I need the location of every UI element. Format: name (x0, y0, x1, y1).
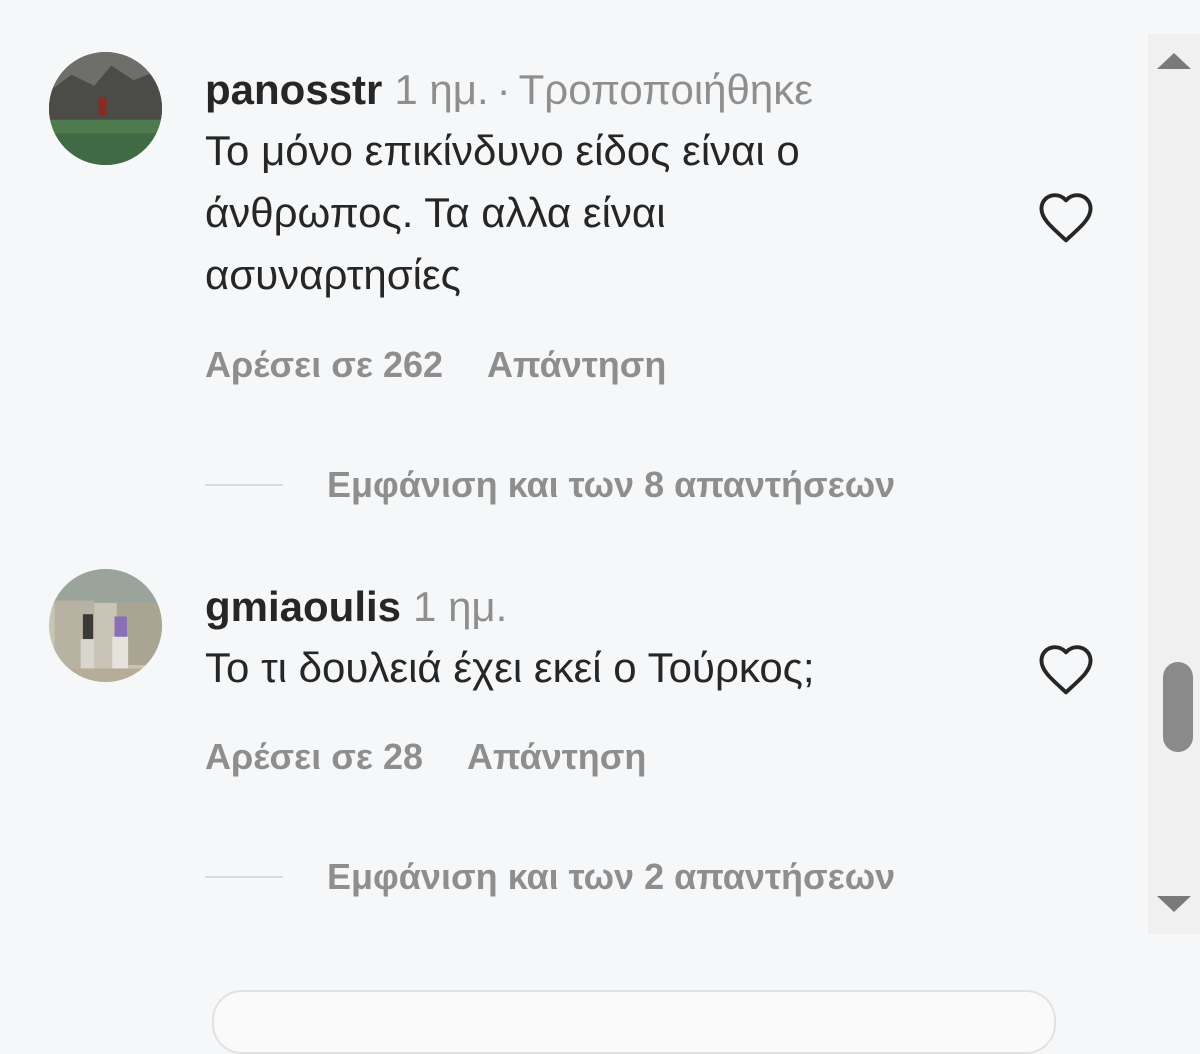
avatar[interactable] (49, 569, 162, 682)
heart-outline-icon[interactable] (1036, 642, 1096, 696)
triangle-up-icon[interactable] (1157, 53, 1191, 69)
reply-button[interactable]: Απάντηση (487, 344, 666, 385)
view-replies-label: Εμφάνιση και των 2 απαντήσεων (327, 856, 896, 897)
likes-count-link[interactable]: Αρέσει σε 262 (205, 344, 443, 385)
triangle-down-icon[interactable] (1157, 896, 1191, 912)
view-replies-label: Εμφάνιση και των 8 απαντήσεων (327, 464, 896, 505)
view-replies-button[interactable]: Εμφάνιση και των 2 απαντήσεων (205, 856, 895, 898)
edited-label: Τροποποιήθηκε (518, 66, 813, 113)
heart-outline-icon[interactable] (1036, 190, 1096, 244)
view-replies-button[interactable]: Εμφάνιση και των 8 απαντήσεων (205, 464, 895, 506)
avatar-photo (49, 569, 162, 682)
comment-actions: Αρέσει σε 28 Απάντηση (205, 736, 646, 778)
comment-text-line: ασυναρτησίες (205, 251, 461, 298)
comment-text-line: Το τι δουλειά έχει εκεί ο Τούρκος; (205, 644, 815, 691)
divider-line (205, 484, 283, 486)
scrollbar-thumb[interactable] (1163, 662, 1193, 752)
comment-actions: Αρέσει σε 262 Απάντηση (205, 344, 666, 386)
scrollbar-track[interactable] (1148, 34, 1200, 934)
comment-username[interactable]: panosstr (205, 66, 382, 113)
comment-text-line: Το μόνο επικίνδυνο είδος είναι ο (205, 127, 800, 174)
avatar-photo (49, 52, 162, 165)
comment-text: Το τι δουλειά έχει εκεί ο Τούρκος; (205, 637, 1005, 699)
avatar[interactable] (49, 52, 162, 165)
reply-button[interactable]: Απάντηση (467, 736, 646, 777)
comment-time[interactable]: 1 ημ. (413, 583, 507, 630)
likes-count-link[interactable]: Αρέσει σε 28 (205, 736, 423, 777)
meta-separator: · (496, 66, 511, 113)
comment-text: Το μόνο επικίνδυνο είδος είναι ο άνθρωπο… (205, 120, 1005, 306)
comment-username[interactable]: gmiaoulis (205, 583, 401, 630)
comment-input-edge[interactable] (212, 990, 1056, 1054)
comments-panel: panosstr 1 ημ. · Τροποποιήθηκε Το μόνο επικ… (0, 0, 1148, 1054)
comment-text-line: άνθρωπος. Τα αλλα είναι (205, 189, 666, 236)
comment-time[interactable]: 1 ημ. (394, 66, 488, 113)
divider-line (205, 876, 283, 878)
